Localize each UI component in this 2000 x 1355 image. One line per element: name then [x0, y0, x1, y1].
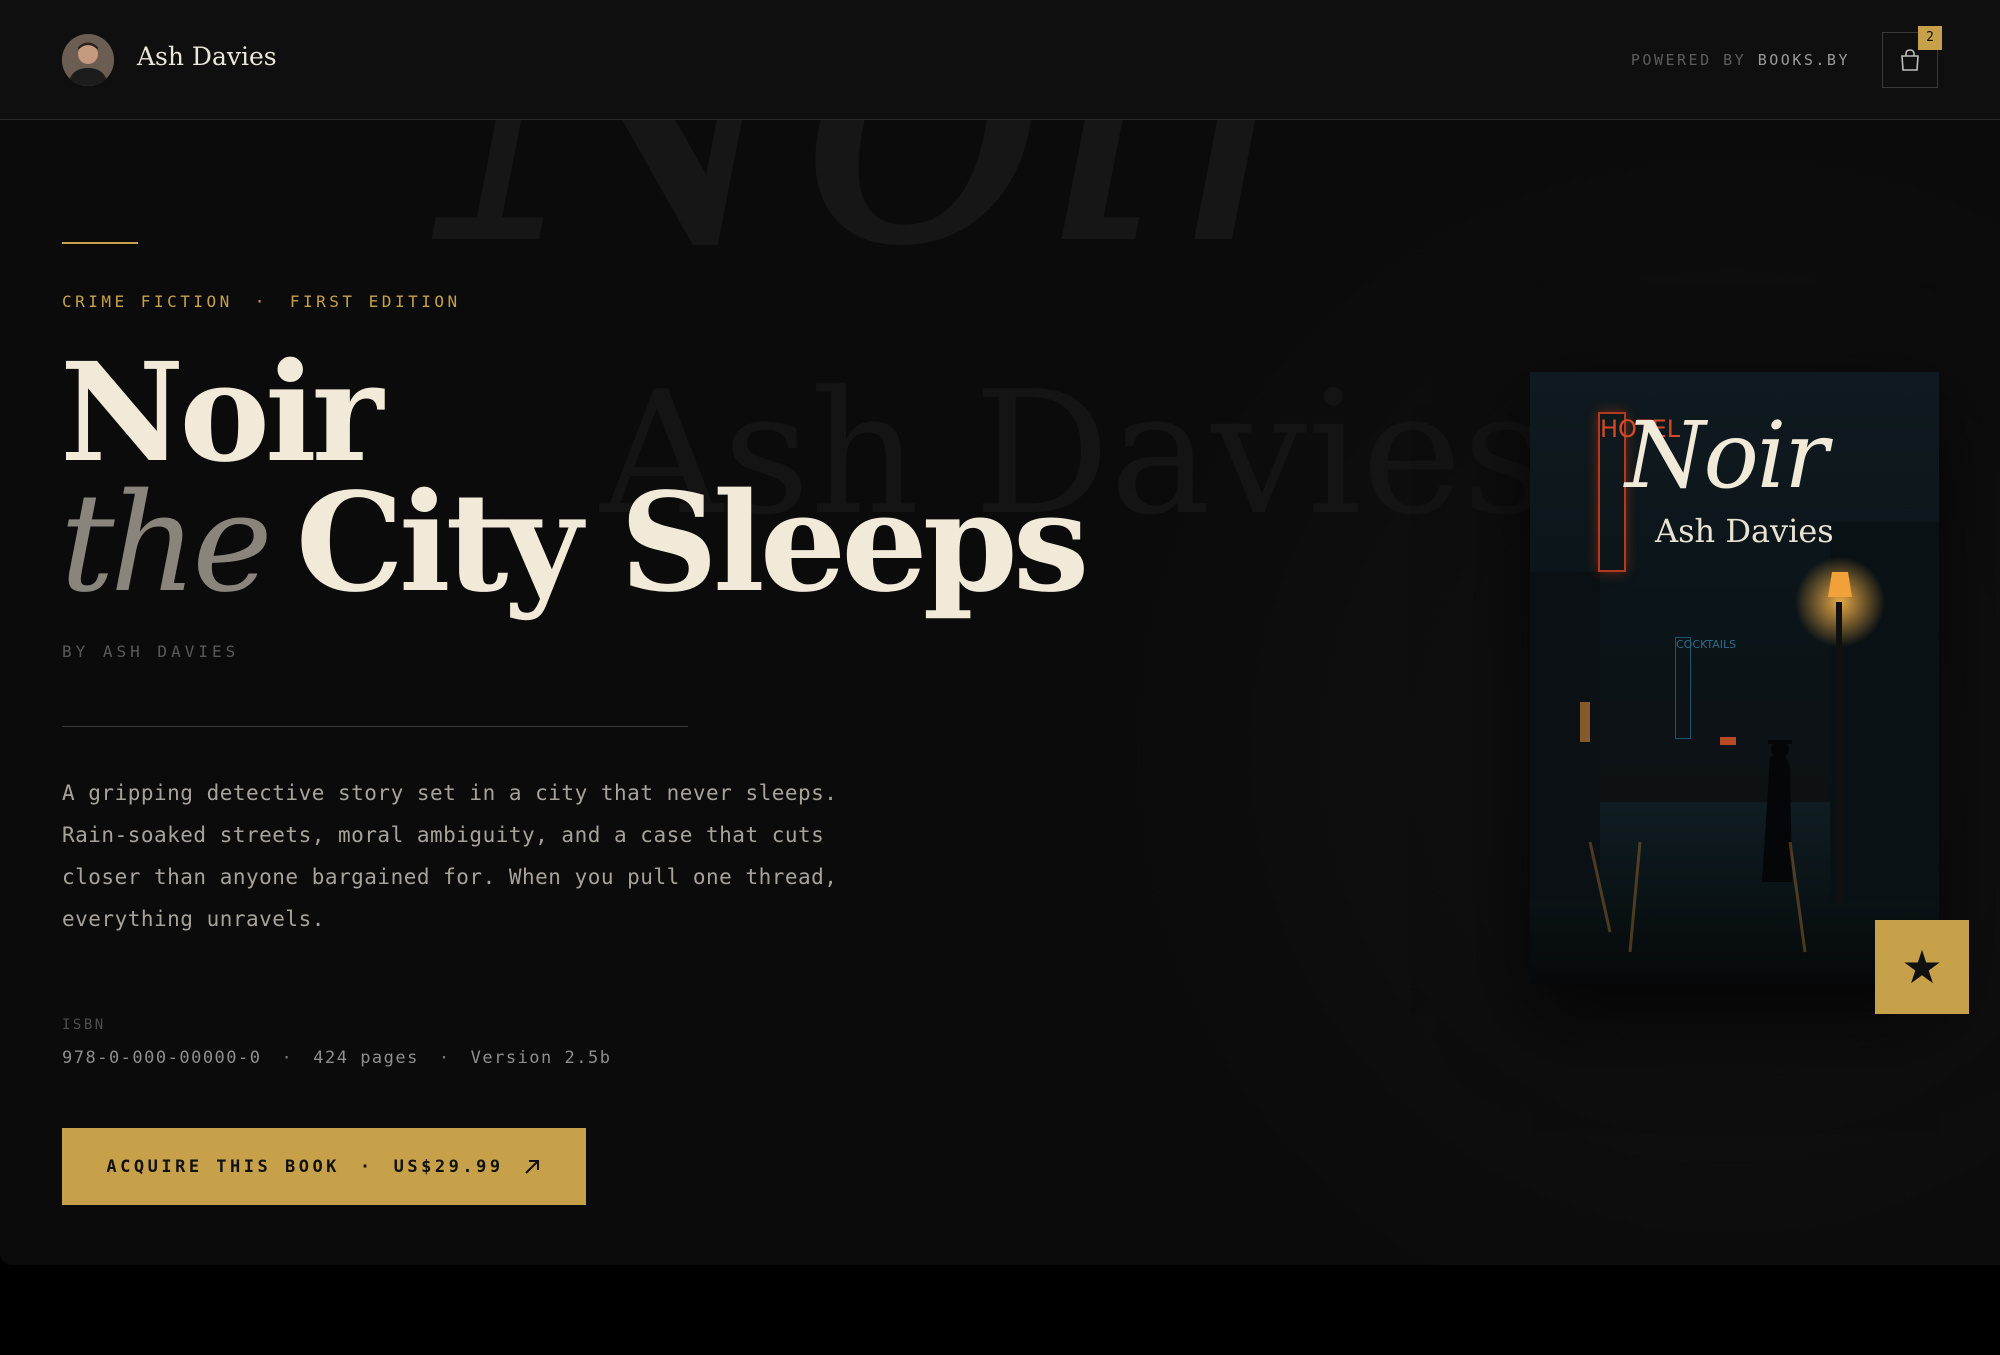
- powered-by-brand: BOOKS.BY: [1757, 51, 1850, 69]
- book-cover[interactable]: HOTEL COCKTAILS Noir Ash Davies: [1530, 372, 1939, 984]
- avatar[interactable]: [62, 34, 114, 86]
- page: Noir Ash Davies Ash Davies POWERED BY BO…: [0, 0, 2000, 1265]
- title-line-1: Noir: [60, 333, 383, 493]
- accent-line: [62, 242, 138, 244]
- cta-separator: ·: [359, 1156, 374, 1177]
- title-the: the: [60, 465, 273, 623]
- arrow-up-right-icon: [524, 1159, 539, 1174]
- page-count: 424 pages: [313, 1048, 419, 1068]
- star-icon: ★: [1901, 940, 1943, 994]
- cart-count-badge: 2: [1918, 26, 1942, 50]
- cta-price: US$29.99: [393, 1156, 504, 1177]
- title-line-2: the City Sleeps: [60, 475, 1089, 612]
- isbn-value: 978-0-000-00000-0: [62, 1048, 262, 1068]
- site-header: Ash Davies POWERED BY BOOKS.BY: [0, 0, 2000, 120]
- isbn-label: ISBN: [62, 1017, 106, 1033]
- meta-separator: ·: [438, 1048, 451, 1068]
- byline: BY ASH DAVIES: [62, 642, 240, 661]
- avatar-image: [62, 34, 114, 86]
- book-title: Noir the City Sleeps: [60, 333, 1089, 612]
- hotel-neon-sign: HOTEL: [1598, 412, 1680, 572]
- powered-by-link[interactable]: POWERED BY BOOKS.BY: [1631, 51, 1850, 69]
- eyebrow-separator: ·: [254, 292, 268, 311]
- book-description: A gripping detective story set in a city…: [62, 781, 838, 931]
- star-badge-button[interactable]: ★: [1875, 920, 1969, 1014]
- book-meta: 978-0-000-00000-0 · 424 pages · Version 2.5b: [62, 1048, 611, 1068]
- shopping-bag-icon: [1901, 49, 1919, 71]
- cocktails-sign: COCKTAILS: [1675, 637, 1736, 739]
- eyebrow: CRIME FICTION · FIRST EDITION: [62, 292, 461, 311]
- title-rest: City Sleeps: [295, 463, 1090, 623]
- cover-author: Ash Davies: [1655, 512, 1834, 550]
- edition-label: FIRST EDITION: [289, 292, 461, 311]
- author-name[interactable]: Ash Davies: [137, 42, 277, 71]
- version-label: Version 2.5b: [470, 1048, 612, 1068]
- genre-label: CRIME FICTION: [62, 292, 233, 311]
- cta-label: ACQUIRE THIS BOOK: [106, 1156, 340, 1177]
- acquire-book-button[interactable]: ACQUIRE THIS BOOK · US$29.99: [62, 1128, 586, 1205]
- cover-title: Noir: [1625, 402, 1828, 509]
- powered-by-prefix: POWERED BY: [1630, 51, 1758, 69]
- divider: [62, 726, 688, 727]
- meta-separator: ·: [281, 1048, 294, 1068]
